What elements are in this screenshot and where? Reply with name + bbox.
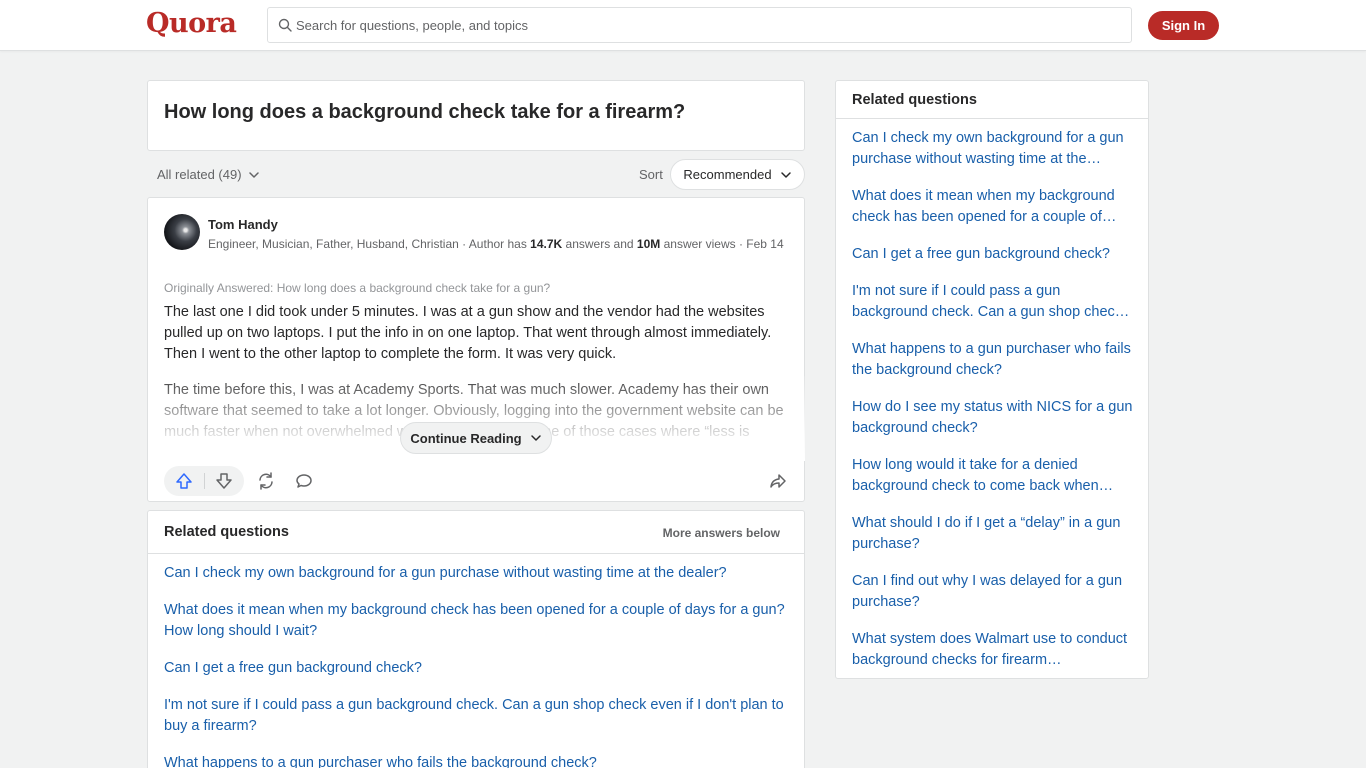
continue-reading-button[interactable]: Continue Reading [400, 422, 552, 454]
sidebar-question-link[interactable]: What happens to a gun purchaser who fail… [852, 339, 1136, 381]
answer-card: Tom Handy Engineer, Musician, Father, Hu… [147, 197, 805, 502]
sidebar-question-link[interactable]: Can I find out why I was delayed for a g… [852, 571, 1136, 613]
originally-answered[interactable]: Originally Answered: How long does a bac… [164, 281, 550, 295]
question-card: How long does a background check take fo… [147, 80, 805, 151]
related-question-link[interactable]: Can I check my own background for a gun … [164, 563, 794, 584]
author-credentials: Engineer, Musician, Father, Husband, Chr… [208, 235, 793, 254]
continue-reading-label: Continue Reading [410, 430, 522, 446]
sidebar-question-link[interactable]: How do I see my status with NICS for a g… [852, 397, 1136, 439]
avatar[interactable] [164, 214, 200, 250]
author-name[interactable]: Tom Handy [208, 217, 278, 232]
quora-logo[interactable]: Quora [146, 8, 237, 39]
sidebar-title: Related questions [852, 92, 977, 108]
sort-label: Sort [639, 167, 663, 182]
related-question-link[interactable]: I'm not sure if I could pass a gun backg… [164, 695, 794, 737]
sort-value: Recommended [683, 167, 772, 182]
sidebar-question-link[interactable]: Can I check my own background for a gun … [852, 128, 1136, 170]
answers-count: 14.7K [530, 237, 563, 251]
related-questions-title: Related questions [164, 524, 289, 540]
sidebar-question-link[interactable]: Can I get a free gun background check? [852, 244, 1136, 265]
question-title: How long does a background check take fo… [164, 101, 686, 123]
chevron-down-icon [780, 171, 791, 178]
related-question-link[interactable]: What happens to a gun purchaser who fail… [164, 753, 794, 768]
sidebar-question-list: Can I check my own background for a gun … [852, 128, 1136, 687]
sidebar-question-link[interactable]: What system does Walmart use to conduct … [852, 629, 1136, 671]
all-related-label: All related (49) [157, 167, 242, 182]
chevron-down-icon [248, 171, 259, 178]
sidebar-question-link[interactable]: What does it mean when my background che… [852, 186, 1136, 228]
related-questions-list: Can I check my own background for a gun … [164, 563, 794, 768]
related-questions-card: Related questions More answers below Can… [147, 510, 805, 768]
cred-prefix: Engineer, Musician, Father, Husband, Chr… [208, 237, 531, 251]
related-questions-header: Related questions More answers below [148, 511, 804, 554]
sign-in-button[interactable]: Sign In [1148, 11, 1219, 40]
top-navbar: Quora Sign In [0, 0, 1366, 51]
cred-suffix: answer views · [660, 237, 747, 251]
sidebar-header: Related questions [836, 81, 1148, 119]
all-related-filter[interactable]: All related (49) [157, 167, 260, 182]
chevron-down-icon [530, 435, 541, 441]
share-repost-icon[interactable] [257, 472, 275, 490]
sidebar-related-questions: Related questions Can I check my own bac… [835, 80, 1149, 679]
share-icon[interactable] [769, 472, 787, 490]
related-question-link[interactable]: What does it mean when my background che… [164, 600, 794, 642]
vote-divider [204, 473, 205, 489]
downvote-icon[interactable] [215, 472, 233, 490]
comment-icon[interactable] [295, 472, 313, 490]
answer-paragraph: The last one I did took under 5 minutes.… [164, 304, 772, 362]
sidebar-question-link[interactable]: What should I do if I get a “delay” in a… [852, 513, 1136, 555]
search-box[interactable] [267, 7, 1132, 43]
search-input[interactable] [296, 8, 1116, 42]
sidebar-question-link[interactable]: How long would it take for a denied back… [852, 455, 1136, 497]
cred-mid: answers and [562, 237, 637, 251]
vote-pill [164, 466, 244, 496]
search-icon [278, 18, 292, 32]
related-question-link[interactable]: Can I get a free gun background check? [164, 658, 794, 679]
sort-dropdown[interactable]: Recommended [670, 159, 805, 190]
sidebar-question-link[interactable]: I'm not sure if I could pass a gun backg… [852, 281, 1136, 323]
upvote-icon[interactable] [175, 472, 193, 490]
views-count: 10M [636, 237, 661, 251]
answer-date[interactable]: Feb 14 [746, 237, 783, 251]
more-answers-below-label: More answers below [662, 526, 780, 540]
